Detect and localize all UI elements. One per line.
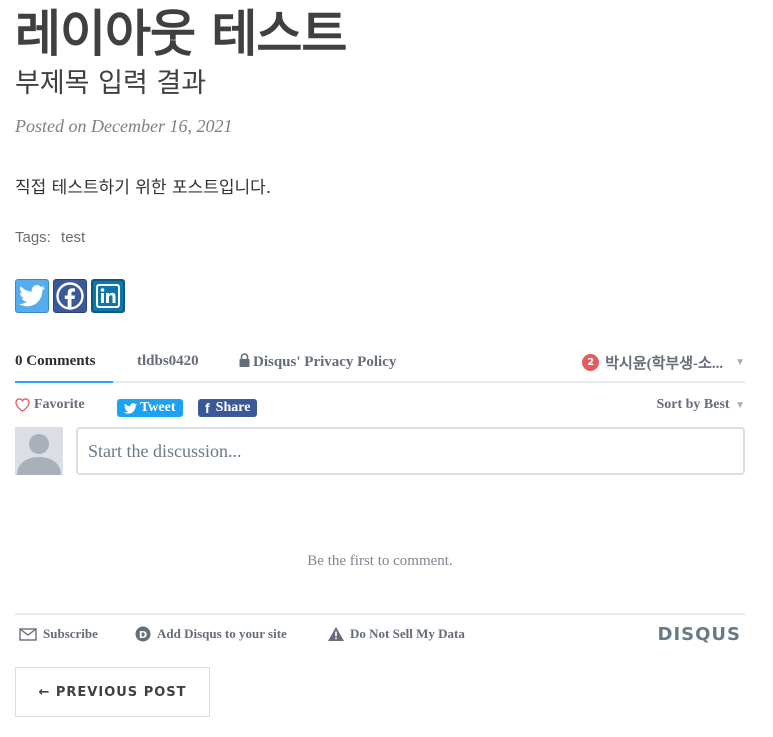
tab-privacy[interactable]: Disqus' Privacy Policy: [239, 353, 396, 371]
add-disqus-link[interactable]: D Add Disqus to your site: [135, 626, 287, 642]
tab-comments[interactable]: 0 Comments: [15, 353, 95, 370]
warning-icon: [328, 627, 344, 641]
empty-state: Be the first to comment.: [307, 553, 453, 569]
disqus-thread: 0 Comments tldbs0420 Disqus' Privacy Pol…: [15, 340, 745, 645]
tab-community[interactable]: tldbs0420: [137, 353, 199, 370]
post-meta: Posted on December 16, 2021: [15, 116, 233, 136]
heart-icon: [15, 398, 30, 412]
envelope-icon: [19, 627, 37, 641]
comment-input[interactable]: Start the discussion...: [76, 427, 745, 475]
avatar: [15, 427, 63, 475]
subscribe-link[interactable]: Subscribe: [19, 626, 98, 642]
post-subtitle: 부제목 입력 결과: [15, 68, 207, 99]
post-title: 레이아웃 테스트: [15, 5, 347, 63]
facebook-share-button[interactable]: f Share: [198, 399, 258, 417]
facebook-icon[interactable]: [53, 279, 87, 313]
tags-row: Tags: test: [15, 229, 85, 246]
previous-post-button[interactable]: ← PREVIOUS POST: [15, 667, 210, 717]
linkedin-icon[interactable]: [91, 279, 125, 313]
chevron-down-icon: ▼: [735, 400, 745, 411]
favorite-button[interactable]: Favorite: [15, 397, 85, 413]
do-not-sell-label: Do Not Sell My Data: [350, 626, 465, 641]
user-menu[interactable]: 2 박시윤(학부생-소... ▼: [582, 352, 745, 373]
svg-text:D: D: [139, 630, 147, 641]
user-name: 박시윤(학부생-소...: [605, 356, 724, 372]
tags-label: Tags:: [15, 229, 51, 246]
disqus-actions: Favorite Tweet f Share Sort by Best ▼: [15, 383, 745, 427]
tag-link[interactable]: test: [61, 229, 85, 246]
tweet-button[interactable]: Tweet: [117, 399, 183, 417]
favorite-label: Favorite: [34, 397, 85, 412]
disqus-footer: Subscribe D Add Disqus to your site Do N…: [15, 613, 745, 653]
share-label: Share: [215, 400, 251, 415]
post-body: 직접 테스트하기 위한 포스트입니다.: [15, 178, 272, 198]
twitter-icon: [124, 402, 137, 414]
tweet-label: Tweet: [140, 400, 176, 415]
user-icon: [17, 434, 61, 475]
disqus-logo[interactable]: DISQUS: [658, 624, 741, 645]
share-icons: [15, 279, 125, 313]
add-disqus-label: Add Disqus to your site: [157, 626, 287, 641]
sort-dropdown[interactable]: Sort by Best ▼: [656, 397, 745, 413]
disqus-nav: 0 Comments tldbs0420 Disqus' Privacy Pol…: [15, 340, 745, 383]
facebook-icon: f: [205, 400, 210, 416]
lock-icon: [239, 353, 250, 367]
subscribe-label: Subscribe: [43, 626, 98, 641]
disqus-icon: D: [135, 626, 151, 642]
chevron-down-icon: ▼: [735, 357, 745, 368]
notification-badge[interactable]: 2: [582, 354, 600, 371]
twitter-icon[interactable]: [15, 279, 49, 313]
privacy-label: Disqus' Privacy Policy: [253, 354, 397, 370]
do-not-sell-link[interactable]: Do Not Sell My Data: [328, 626, 465, 642]
sort-label: Sort by Best: [656, 397, 730, 412]
comment-composer: Start the discussion...: [15, 427, 745, 477]
